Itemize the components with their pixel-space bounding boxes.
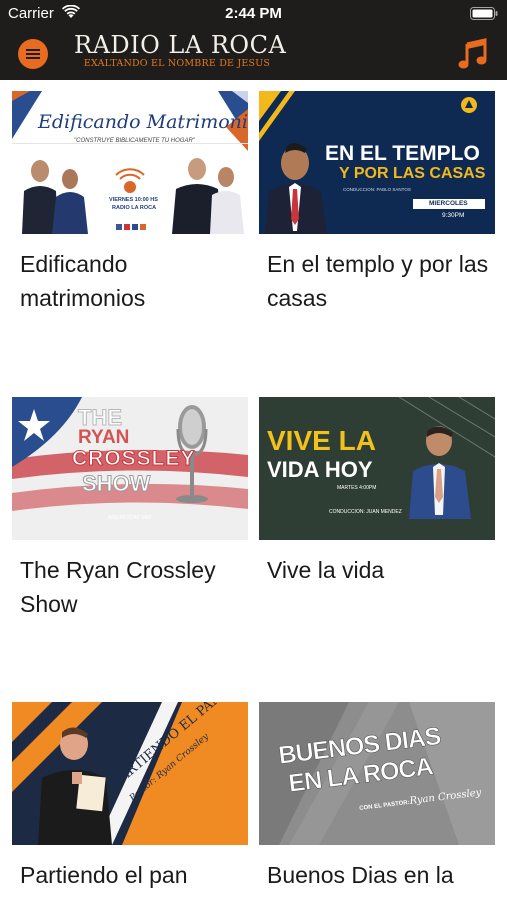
program-card-vive-la-vida[interactable]: VIVE LA VIDA HOY MARTES 4:00PM CONDUCCIO… [259, 397, 495, 677]
thumb-host: CONDUCCION: PABLO SANTOS [343, 187, 411, 192]
program-thumbnail: EN EL TEMPLO Y POR LAS CASAS CONDUCCION:… [259, 91, 495, 234]
program-title: Partiendo el pan [20, 862, 188, 888]
clock: 2:44 PM [225, 5, 282, 22]
thumb-day: WEDNESDAY 9AM [108, 515, 152, 521]
thumb-time: 9:30PM [442, 212, 465, 219]
thumb-heading: Edificando Matrimonios [38, 111, 248, 133]
program-thumbnail: BUENOS DIAS EN LA ROCA CON EL PASTOR: Ry… [259, 702, 495, 845]
program-card-en-el-templo[interactable]: EN EL TEMPLO Y POR LAS CASAS CONDUCCION:… [259, 91, 495, 371]
station-logo: RADIO LA ROCA EXALTANDO EL NOMBRE DE JES… [74, 31, 287, 76]
program-card-partiendo-el-pan[interactable]: "PARTIENDO EL PAN" Pastor: Ryan Crossley… [12, 702, 248, 900]
program-thumbnail: Edificando Matrimonios "CONSTRUYE BIBLIC… [12, 91, 248, 234]
thumb-host: CONDUCCION: JUAN MENDEZ [329, 509, 402, 515]
app-header: Carrier 2:44 PM RADIO LA ROCA EXALTANDO … [0, 0, 507, 80]
program-thumbnail: VIVE LA VIDA HOY MARTES 4:00PM CONDUCCIO… [259, 397, 495, 540]
thumb-tagline: "CONSTRUYE BIBLICAMENTE TU HOGAR" [74, 138, 195, 144]
program-card-ryan-crossley-show[interactable]: THE RYAN CROSSLEY SHOW WEDNESDAY 9AM The… [12, 397, 248, 677]
program-thumbnail: "PARTIENDO EL PAN" Pastor: Ryan Crossley [12, 702, 248, 845]
battery-icon [470, 7, 498, 20]
thumb-schedule: MARTES 4:00PM [337, 485, 377, 491]
thumb-line4: SHOW [81, 471, 151, 497]
program-title: Vive la vida [267, 557, 385, 583]
thumb-station: RADIO LA ROCA [112, 205, 157, 211]
music-note-icon[interactable] [458, 38, 488, 70]
thumb-line2: RYAN [78, 427, 130, 448]
thumb-line2: Y POR LAS CASAS [339, 165, 486, 182]
program-card-buenos-dias[interactable]: BUENOS DIAS EN LA ROCA CON EL PASTOR: Ry… [259, 702, 495, 900]
thumb-schedule: VIERNES 10:00 HS [109, 197, 158, 203]
status-bar: Carrier 2:44 PM [0, 0, 507, 28]
program-title: En el templo y por las casas [267, 251, 489, 311]
program-card-edificando-matrimonios[interactable]: Edificando Matrimonios "CONSTRUYE BIBLIC… [12, 91, 248, 371]
thumb-line1: EN EL TEMPLO [325, 142, 480, 165]
logo-subtitle: EXALTANDO EL NOMBRE DE JESUS [83, 58, 271, 69]
program-grid: Edificando Matrimonios "CONSTRUYE BIBLIC… [0, 80, 507, 900]
thumb-line2: VIDA HOY [267, 457, 373, 482]
program-title: Buenos Dias en la Roca [267, 862, 454, 900]
logo-title: RADIO LA ROCA [74, 31, 287, 59]
thumb-day: MIERCOLES [429, 200, 468, 207]
thumb-line1: VIVE LA [267, 425, 376, 456]
nav-bar: RADIO LA ROCA EXALTANDO EL NOMBRE DE JES… [0, 28, 507, 80]
program-title: Edificando matrimonios [20, 251, 146, 311]
hamburger-icon [26, 49, 40, 51]
thumb-line3: CROSSLEY [72, 447, 196, 471]
program-thumbnail: THE RYAN CROSSLEY SHOW WEDNESDAY 9AM [12, 397, 248, 540]
menu-button[interactable] [18, 39, 48, 69]
program-title: The Ryan Crossley Show [20, 557, 216, 617]
